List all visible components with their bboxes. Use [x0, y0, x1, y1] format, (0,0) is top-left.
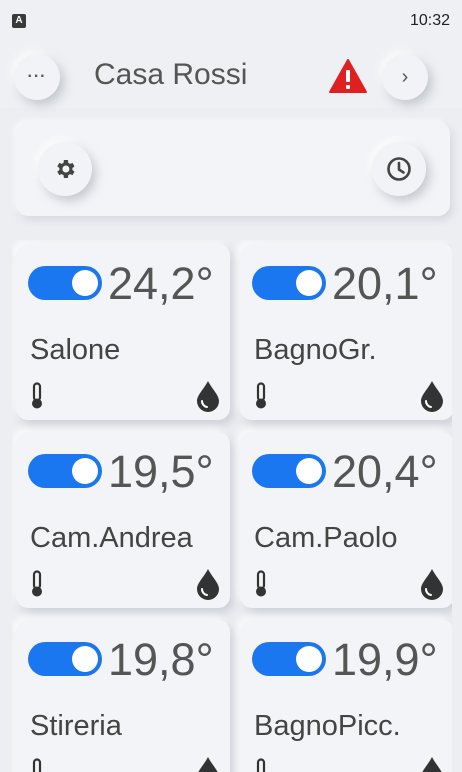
room-name: Cam.Paolo [254, 522, 398, 554]
clock-icon [387, 157, 411, 181]
humidity-drop-icon [422, 757, 442, 772]
warning-triangle-icon[interactable] [328, 58, 368, 94]
room-card[interactable]: 19,8° Stireria [16, 620, 230, 772]
room-card[interactable]: 20,1° BagnoGr. [240, 244, 452, 420]
room-temperature: 24,2° [108, 258, 214, 309]
app-header: ··· Casa Rossi › [0, 44, 462, 108]
room-temperature: 19,9° [332, 634, 438, 685]
room-temperature: 19,8° [108, 634, 214, 685]
room-toggle[interactable] [28, 266, 102, 300]
more-icon: ··· [27, 68, 47, 85]
humidity-drop-icon [197, 381, 219, 412]
room-toggle[interactable] [252, 642, 326, 676]
notification-icon: A [12, 14, 26, 28]
room-card[interactable]: 19,9° BagnoPicc. [240, 620, 452, 772]
humidity-drop-icon [421, 381, 443, 412]
room-temperature: 20,4° [332, 446, 438, 497]
room-card[interactable]: 20,4° Cam.Paolo [240, 432, 452, 608]
thermometer-icon [256, 570, 266, 597]
rooms-grid: 24,2° Salone 20,1° BagnoGr. 19,5° Cam.An… [12, 240, 452, 772]
room-name: Cam.Andrea [30, 522, 193, 554]
schedule-button[interactable] [372, 142, 426, 196]
settings-button[interactable] [38, 142, 92, 196]
room-toggle[interactable] [252, 454, 326, 488]
toolbar [16, 122, 450, 216]
room-card[interactable]: 19,5° Cam.Andrea [16, 432, 230, 608]
room-card[interactable]: 24,2° Salone [16, 244, 230, 420]
room-name: Salone [30, 334, 121, 366]
house-title: Casa Rossi [94, 58, 248, 91]
humidity-drop-icon [198, 757, 218, 772]
thermometer-icon [32, 382, 42, 409]
thermometer-icon [256, 758, 266, 772]
thermometer-icon [32, 758, 42, 772]
room-temperature: 20,1° [332, 258, 438, 309]
thermometer-icon [256, 382, 266, 409]
status-bar: A 10:32 [0, 0, 462, 46]
room-toggle[interactable] [28, 454, 102, 488]
gear-icon [57, 160, 75, 178]
humidity-drop-icon [421, 569, 443, 600]
thermometer-icon [32, 570, 42, 597]
room-name: BagnoPicc. [254, 710, 401, 742]
room-name: BagnoGr. [254, 334, 377, 366]
chevron-right-icon: › [401, 65, 409, 88]
room-toggle[interactable] [252, 266, 326, 300]
room-toggle[interactable] [28, 642, 102, 676]
next-button[interactable]: › [382, 54, 428, 100]
status-time: 10:32 [409, 12, 450, 29]
menu-button[interactable]: ··· [14, 54, 60, 100]
room-temperature: 19,5° [108, 446, 214, 497]
room-name: Stireria [30, 710, 122, 742]
humidity-drop-icon [197, 569, 219, 600]
